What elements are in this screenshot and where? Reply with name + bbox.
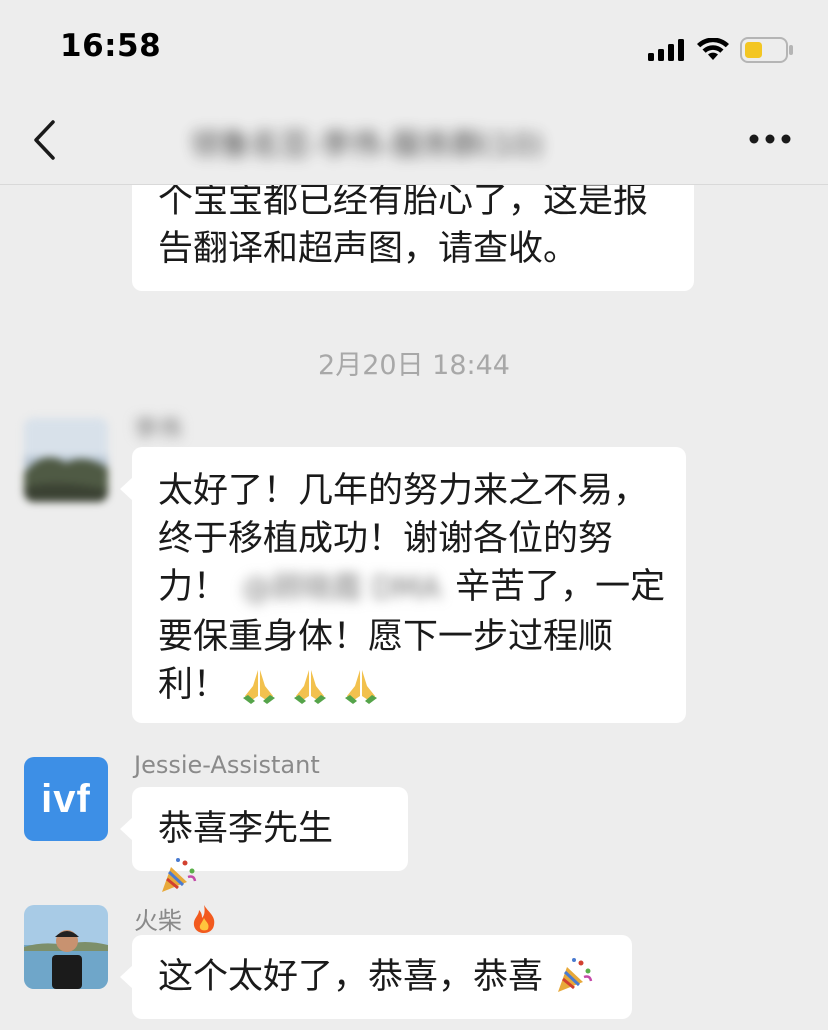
message-text: 恭喜李先生 bbox=[158, 809, 334, 849]
cellular-signal-icon bbox=[648, 39, 684, 61]
fire-icon bbox=[193, 905, 214, 933]
message-text-line: 个宝宝都已经有胎心了，这是报 bbox=[158, 185, 649, 221]
more-options-button[interactable] bbox=[748, 124, 792, 154]
folded-hands-icon bbox=[243, 670, 276, 704]
message-list[interactable]: 个宝宝都已经有胎心了，这是报 告翻译和超声图，请查收。 2月20日 18:44 … bbox=[0, 185, 828, 1030]
sender-name: Jessie-Assistant bbox=[134, 751, 320, 779]
mention-blurred[interactable]: @顾晓霞 DMA bbox=[242, 571, 441, 606]
person-photo-avatar-icon bbox=[24, 905, 108, 989]
status-time: 16:58 bbox=[60, 28, 162, 64]
ivf-avatar-text: ivf bbox=[41, 776, 91, 821]
message-text: 这个太好了，恭喜，恭喜 bbox=[158, 957, 544, 997]
more-dots-icon bbox=[749, 134, 791, 144]
message-timestamp: 2月20日 18:44 bbox=[318, 350, 510, 381]
message-text-line: 利！ bbox=[158, 661, 660, 709]
message-text: 辛苦了，一定 bbox=[455, 567, 666, 607]
message-text: 利！ bbox=[158, 665, 229, 705]
avatar[interactable] bbox=[24, 418, 108, 502]
avatar[interactable] bbox=[24, 905, 108, 989]
message-bubble[interactable]: 这个太好了，恭喜，恭喜 bbox=[120, 935, 632, 1019]
bubble-tail bbox=[120, 817, 133, 841]
system-icons bbox=[648, 36, 794, 64]
chevron-left-icon bbox=[34, 120, 55, 160]
party-popper-icon bbox=[162, 858, 197, 892]
avatar[interactable]: ivf bbox=[24, 757, 108, 841]
back-button[interactable] bbox=[24, 118, 68, 162]
sender-name-text: 火柴 bbox=[134, 907, 182, 935]
message-bubble[interactable]: 太好了！几年的努力来之不易， 终于移植成功！谢谢各位的努 力！ @顾晓霞 DMA 辛… bbox=[120, 447, 686, 723]
message-text-line: 要保重身体！愿下一步过程顺 bbox=[158, 617, 614, 657]
message-text-line: 力！ @顾晓霞 DMA 辛苦了，一定 bbox=[158, 563, 665, 613]
sender-name: 李伟 bbox=[134, 415, 182, 443]
party-popper-icon bbox=[558, 958, 593, 992]
bubble-tail bbox=[120, 965, 133, 989]
sender-name: 火柴 bbox=[134, 901, 218, 936]
message-text-line: 太好了！几年的努力来之不易， bbox=[158, 471, 649, 511]
status-bar: 16:58 bbox=[0, 0, 828, 100]
message-bubble[interactable]: 恭喜李先生 bbox=[120, 787, 408, 892]
message-text-line: 终于移植成功！谢谢各位的努 bbox=[158, 519, 614, 559]
folded-hands-icon bbox=[345, 670, 378, 704]
wifi-icon bbox=[697, 38, 729, 60]
bubble-tail bbox=[120, 477, 133, 501]
chat-title: 领鲁名豆-李伟-服务群(10) bbox=[190, 128, 544, 160]
folded-hands-icon bbox=[294, 670, 327, 704]
message-text-line: 告翻译和超声图，请查收。 bbox=[158, 229, 579, 269]
chat-header: 领鲁名豆-李伟-服务群(10) bbox=[0, 100, 828, 185]
landscape-avatar-icon bbox=[24, 418, 108, 502]
message-text: 力！ bbox=[158, 567, 229, 607]
battery-icon bbox=[740, 37, 793, 63]
message-bubble[interactable]: 个宝宝都已经有胎心了，这是报 告翻译和超声图，请查收。 bbox=[132, 185, 694, 291]
